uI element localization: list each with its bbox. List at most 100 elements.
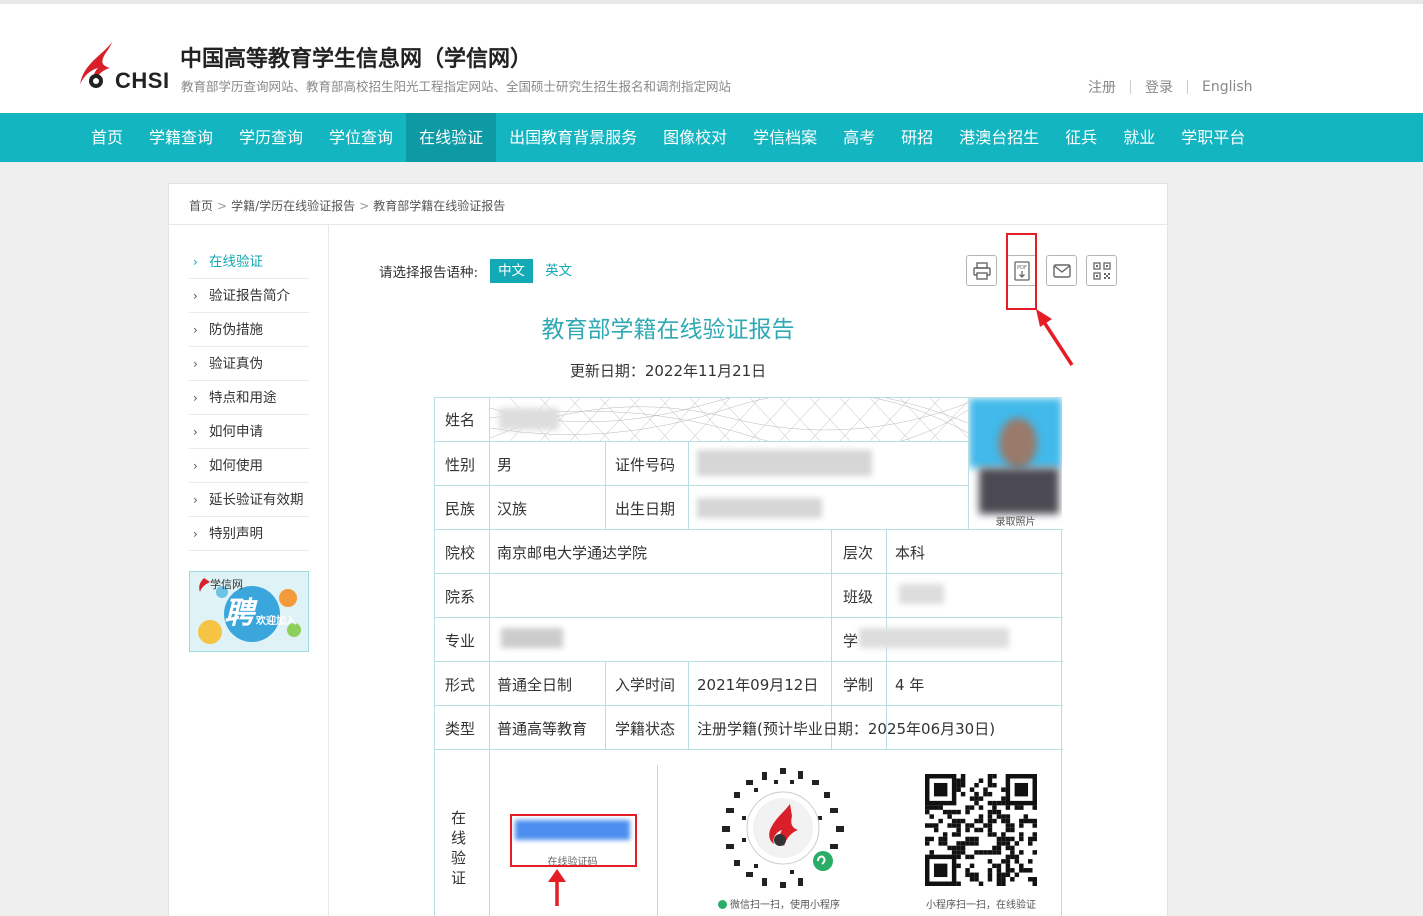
nav-item-overseas-service[interactable]: 出国教育背景服务	[496, 113, 650, 162]
sidebar-item-how-apply[interactable]: › 如何申请	[189, 415, 309, 449]
chevron-right-icon: ›	[193, 255, 198, 269]
gender-label: 性别	[445, 456, 476, 474]
print-icon	[973, 262, 991, 280]
chevron-right-icon: ›	[193, 459, 198, 473]
nav-item-archive[interactable]: 学信档案	[740, 113, 830, 162]
name-label: 姓名	[445, 411, 476, 429]
level-label: 层次	[843, 544, 874, 562]
nav-item-degree-record-query[interactable]: 学历查询	[226, 113, 316, 162]
level-value: 本科	[895, 544, 926, 562]
logo-text[interactable]: CHSI	[115, 68, 170, 94]
major-label: 专业	[445, 632, 476, 650]
qrcode-icon	[1093, 262, 1111, 280]
nav-item-degree-query[interactable]: 学位查询	[316, 113, 406, 162]
major-value-redacted	[501, 628, 563, 648]
register-link[interactable]: 注册	[1088, 77, 1116, 97]
annotation-highlight-verify-code	[510, 814, 637, 867]
class-value-redacted	[899, 584, 944, 604]
wechat-icon	[718, 900, 727, 909]
lang-english-button[interactable]: 英文	[537, 259, 580, 283]
miniprogram-caption: 微信扫一扫，使用小程序	[718, 896, 840, 911]
nav-item-gaokao[interactable]: 高考	[830, 113, 888, 162]
breadcrumb-report[interactable]: 学籍/学历在线验证报告	[231, 199, 355, 213]
site-title: 中国高等教育学生信息网（学信网）	[180, 47, 533, 72]
print-button[interactable]	[966, 255, 997, 286]
sidebar-item-how-use[interactable]: › 如何使用	[189, 449, 309, 483]
qrcode-button[interactable]	[1086, 255, 1117, 286]
miniprogram-caption-text: 微信扫一扫，使用小程序	[730, 900, 840, 911]
verification-qr-code	[925, 774, 1037, 886]
breadcrumb: 首页 > 学籍/学历在线验证报告 > 教育部学籍在线验证报告	[169, 184, 1167, 225]
top-links: 注册 登录 English	[1088, 77, 1253, 97]
breadcrumb-home[interactable]: 首页	[189, 199, 213, 213]
school-value: 南京邮电大学通达学院	[497, 544, 648, 562]
type-label: 类型	[445, 720, 476, 738]
site-header: CHSI 中国高等教育学生信息网（学信网） 教育部学历查询网站、教育部高校招生阳…	[0, 0, 1423, 113]
nav-item-online-verify[interactable]: 在线验证	[406, 113, 497, 162]
class-label: 班级	[843, 588, 874, 606]
divider	[1187, 80, 1188, 94]
nav-item-home[interactable]: 首页	[78, 113, 136, 162]
sidebar-item-extend[interactable]: › 延长验证有效期	[189, 483, 309, 517]
nav-items: 首页 学籍查询 学历查询 学位查询 在线验证 出国教育背景服务 图像校对 学信档…	[78, 113, 1258, 162]
recruit-banner[interactable]: 学信网 聘 欢迎加入	[189, 571, 309, 652]
main-nav: 首页 学籍查询 学历查询 学位查询 在线验证 出国教育背景服务 图像校对 学信档…	[0, 113, 1423, 162]
recruit-slogan: 欢迎加入	[256, 616, 296, 627]
ethnicity-label: 民族	[445, 500, 476, 518]
annotation-highlight-pdf	[1006, 233, 1037, 310]
department-label: 院系	[445, 588, 476, 606]
birth-date-label: 出生日期	[615, 500, 676, 518]
status-label: 学籍状态	[615, 720, 676, 738]
nav-item-yanzhao[interactable]: 研招	[888, 113, 946, 162]
sidebar-item-features[interactable]: › 特点和用途	[189, 381, 309, 415]
sidebar-item-label: 特点和用途	[209, 390, 277, 406]
id-number-redacted	[697, 450, 872, 476]
update-date: 更新日期：2022年11月21日	[569, 362, 767, 380]
login-link[interactable]: 登录	[1145, 77, 1173, 97]
email-button[interactable]	[1046, 255, 1077, 286]
sidebar-item-label: 验证报告简介	[209, 288, 290, 304]
name-value-redacted	[499, 408, 559, 430]
nav-item-enrollment-query[interactable]: 学籍查询	[136, 113, 226, 162]
language-selector: 请选择报告语种: 中文 英文	[379, 259, 580, 283]
qr-caption: 小程序扫一扫，在线验证	[926, 900, 1036, 911]
student-photo: 录取照片	[969, 398, 1062, 529]
type-value: 普通高等教育	[497, 720, 588, 738]
id-number-label: 证件号码	[615, 456, 676, 474]
chevron-right-icon: ›	[193, 527, 198, 541]
english-link[interactable]: English	[1202, 79, 1253, 95]
nav-item-jobs[interactable]: 就业	[1110, 113, 1168, 162]
email-icon	[1053, 264, 1071, 278]
breadcrumb-current: 教育部学籍在线验证报告	[373, 199, 506, 213]
chevron-right-icon: ›	[193, 493, 198, 507]
sidebar-item-statement[interactable]: › 特别声明	[189, 517, 309, 551]
nav-item-conscription[interactable]: 征兵	[1052, 113, 1110, 162]
student-id-redacted	[859, 628, 1009, 648]
sidebar-item-online-verify[interactable]: › 在线验证	[189, 245, 309, 279]
sidebar-item-label: 在线验证	[209, 254, 263, 270]
sidebar-item-intro[interactable]: › 验证报告简介	[189, 279, 309, 313]
site-subtitle: 教育部学历查询网站、教育部高校招生阳光工程指定网站、全国硕士研究生招生报名和调剂…	[181, 79, 732, 94]
sidebar-item-label: 延长验证有效期	[209, 492, 304, 508]
nav-item-photo-check[interactable]: 图像校对	[650, 113, 740, 162]
annotation-arrow-icon	[1036, 309, 1074, 366]
nav-item-career[interactable]: 学职平台	[1168, 113, 1258, 162]
wechat-miniprogram-code	[722, 768, 844, 888]
ethnicity-value: 汉族	[497, 500, 528, 518]
form-label: 形式	[445, 676, 476, 694]
recruit-big-char: 聘	[224, 596, 254, 631]
enroll-date-value: 2021年09月12日	[697, 676, 819, 694]
security-pattern	[490, 398, 968, 441]
chevron-right-icon: ›	[193, 391, 198, 405]
school-label: 院校	[445, 544, 476, 562]
language-label: 请选择报告语种:	[379, 265, 479, 281]
lang-chinese-button[interactable]: 中文	[490, 259, 534, 283]
duration-label: 学制	[843, 676, 874, 694]
chsi-logo-icon[interactable]	[76, 40, 120, 92]
chevron-right-icon: ›	[193, 425, 198, 439]
chevron-right-icon: ›	[193, 289, 198, 303]
online-verify-label: 在线验证	[451, 809, 467, 887]
nav-item-hmt[interactable]: 港澳台招生	[946, 113, 1052, 162]
photo-caption: 录取照片	[995, 517, 1036, 528]
sidebar-item-label: 如何申请	[209, 424, 263, 440]
